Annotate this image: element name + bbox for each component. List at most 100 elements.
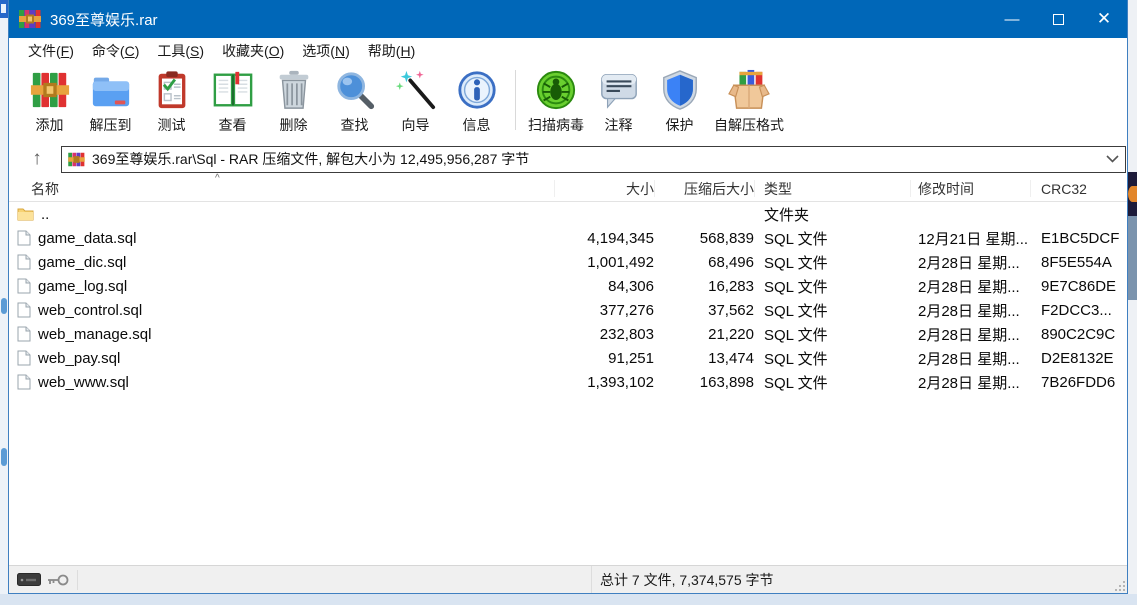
maximize-icon: [1053, 14, 1064, 25]
desktop-decoration: [1, 298, 7, 314]
protect-button[interactable]: 保护: [649, 66, 710, 140]
column-separator[interactable]: [910, 180, 911, 197]
file-icon: [17, 374, 31, 390]
maximize-button[interactable]: [1035, 0, 1081, 38]
protect-icon: [658, 68, 702, 112]
file-icon: [17, 326, 31, 342]
column-header-crc32[interactable]: CRC32: [1030, 181, 1127, 197]
file-icon: [17, 350, 31, 366]
toolbar-label: 查看: [219, 115, 247, 135]
menu-commands[interactable]: 命令(C): [83, 38, 148, 64]
column-header-name[interactable]: 名称: [9, 179, 554, 199]
toolbar-label: 向导: [402, 115, 430, 135]
table-row-parent-dir[interactable]: .. 文件夹: [9, 202, 1127, 226]
column-header-size[interactable]: 大小: [554, 179, 654, 199]
chevron-down-icon[interactable]: [1099, 155, 1125, 163]
desktop-image-fragment: [1128, 216, 1137, 300]
file-icon: [17, 254, 31, 270]
status-icons: [9, 572, 77, 588]
toolbar-label: 保护: [666, 115, 694, 135]
toolbar: 添加 解压到: [9, 64, 1127, 142]
toolbar-label: 自解压格式: [714, 115, 784, 135]
desktop-bottom-strip: [0, 594, 1137, 605]
column-header-packed[interactable]: 压缩后大小: [654, 179, 754, 199]
view-icon: [211, 68, 255, 112]
file-icon: [17, 278, 31, 294]
column-separator[interactable]: [754, 180, 755, 197]
status-total: 总计 7 文件, 7,374,575 字节: [591, 566, 774, 593]
status-bar: 总计 7 文件, 7,374,575 字节: [9, 565, 1127, 593]
address-bar: ↑ 369至尊娱乐.rar\Sql - RAR 压缩文件, 解包大小为 12,4…: [9, 142, 1127, 176]
desktop-image-fragment: [1128, 172, 1137, 216]
comment-button[interactable]: 注释: [588, 66, 649, 140]
close-button[interactable]: ✕: [1081, 0, 1127, 38]
table-row[interactable]: web_manage.sql 232,803 21,220 SQL 文件 2月2…: [9, 322, 1127, 346]
up-one-level-button[interactable]: ↑: [13, 145, 61, 173]
key-icon: [47, 572, 69, 588]
statusbar-separator: [77, 570, 78, 590]
virus-scan-icon: [534, 68, 578, 112]
table-row[interactable]: game_log.sql 84,306 16,283 SQL 文件 2月28日 …: [9, 274, 1127, 298]
column-separator[interactable]: [554, 180, 555, 197]
menu-favorites[interactable]: 收藏夹(O): [213, 38, 293, 64]
caption-buttons: — ✕: [989, 0, 1127, 38]
toolbar-label: 删除: [280, 115, 308, 135]
find-button[interactable]: 查找: [324, 66, 385, 140]
column-separator[interactable]: [654, 180, 655, 197]
find-icon: [333, 68, 377, 112]
toolbar-separator: [515, 70, 516, 130]
menu-options[interactable]: 选项(N): [293, 38, 358, 64]
extract-to-button[interactable]: 解压到: [80, 66, 141, 140]
column-separator[interactable]: [1030, 180, 1031, 197]
wizard-button[interactable]: 向导: [385, 66, 446, 140]
test-icon: [150, 68, 194, 112]
toolbar-label: 查找: [341, 115, 369, 135]
sfx-button[interactable]: 自解压格式: [710, 66, 788, 140]
table-row[interactable]: web_pay.sql 91,251 13,474 SQL 文件 2月28日 星…: [9, 346, 1127, 370]
table-row[interactable]: web_www.sql 1,393,102 163,898 SQL 文件 2月2…: [9, 370, 1127, 394]
toolbar-label: 解压到: [90, 115, 132, 135]
toolbar-label: 添加: [36, 115, 64, 135]
window-title: 369至尊娱乐.rar: [50, 9, 989, 30]
minimize-button[interactable]: —: [989, 0, 1035, 38]
table-row[interactable]: web_control.sql 377,276 37,562 SQL 文件 2月…: [9, 298, 1127, 322]
column-header-modified[interactable]: 修改时间: [910, 179, 1030, 199]
table-row[interactable]: game_data.sql 4,194,345 568,839 SQL 文件 1…: [9, 226, 1127, 250]
table-row[interactable]: game_dic.sql 1,001,492 68,496 SQL 文件 2月2…: [9, 250, 1127, 274]
delete-icon: [272, 68, 316, 112]
add-button[interactable]: 添加: [19, 66, 80, 140]
folder-icon: [17, 207, 34, 221]
toolbar-label: 注释: [605, 115, 633, 135]
menu-help[interactable]: 帮助(H): [359, 38, 424, 64]
desktop-left-strip: [0, 18, 8, 605]
desktop-decoration: [1, 448, 7, 466]
winrar-archive-icon: [68, 152, 85, 167]
add-archive-icon: [28, 68, 72, 112]
virus-scan-button[interactable]: 扫描病毒: [524, 66, 588, 140]
drive-icon: [17, 573, 41, 586]
file-icon: [17, 230, 31, 246]
test-button[interactable]: 测试: [141, 66, 202, 140]
view-button[interactable]: 查看: [202, 66, 263, 140]
menu-tools[interactable]: 工具(S): [148, 38, 213, 64]
list-header: ^ 名称 大小 压缩后大小 类型 修改时间 CRC32: [9, 176, 1127, 202]
archive-path-text: 369至尊娱乐.rar\Sql - RAR 压缩文件, 解包大小为 12,495…: [92, 149, 1099, 169]
info-button[interactable]: 信息: [446, 66, 507, 140]
winrar-app-icon: [19, 9, 41, 29]
sfx-icon: [727, 68, 771, 112]
menu-bar: 文件(F) 命令(C) 工具(S) 收藏夹(O) 选项(N) 帮助(H): [9, 38, 1127, 64]
info-icon: [455, 68, 499, 112]
column-header-type[interactable]: 类型: [754, 179, 910, 199]
resize-grip[interactable]: [1113, 579, 1125, 591]
toolbar-label: 信息: [463, 115, 491, 135]
file-icon: [17, 302, 31, 318]
extract-to-icon: [89, 68, 133, 112]
file-list: .. 文件夹 game_data.sql 4,194,345 568,839 S…: [9, 202, 1127, 565]
menu-file[interactable]: 文件(F): [19, 38, 83, 64]
delete-button[interactable]: 删除: [263, 66, 324, 140]
sort-ascending-icon: ^: [215, 173, 220, 184]
wizard-icon: [394, 68, 438, 112]
toolbar-label: 测试: [158, 115, 186, 135]
address-combo[interactable]: 369至尊娱乐.rar\Sql - RAR 压缩文件, 解包大小为 12,495…: [61, 146, 1126, 173]
comment-icon: [597, 68, 641, 112]
